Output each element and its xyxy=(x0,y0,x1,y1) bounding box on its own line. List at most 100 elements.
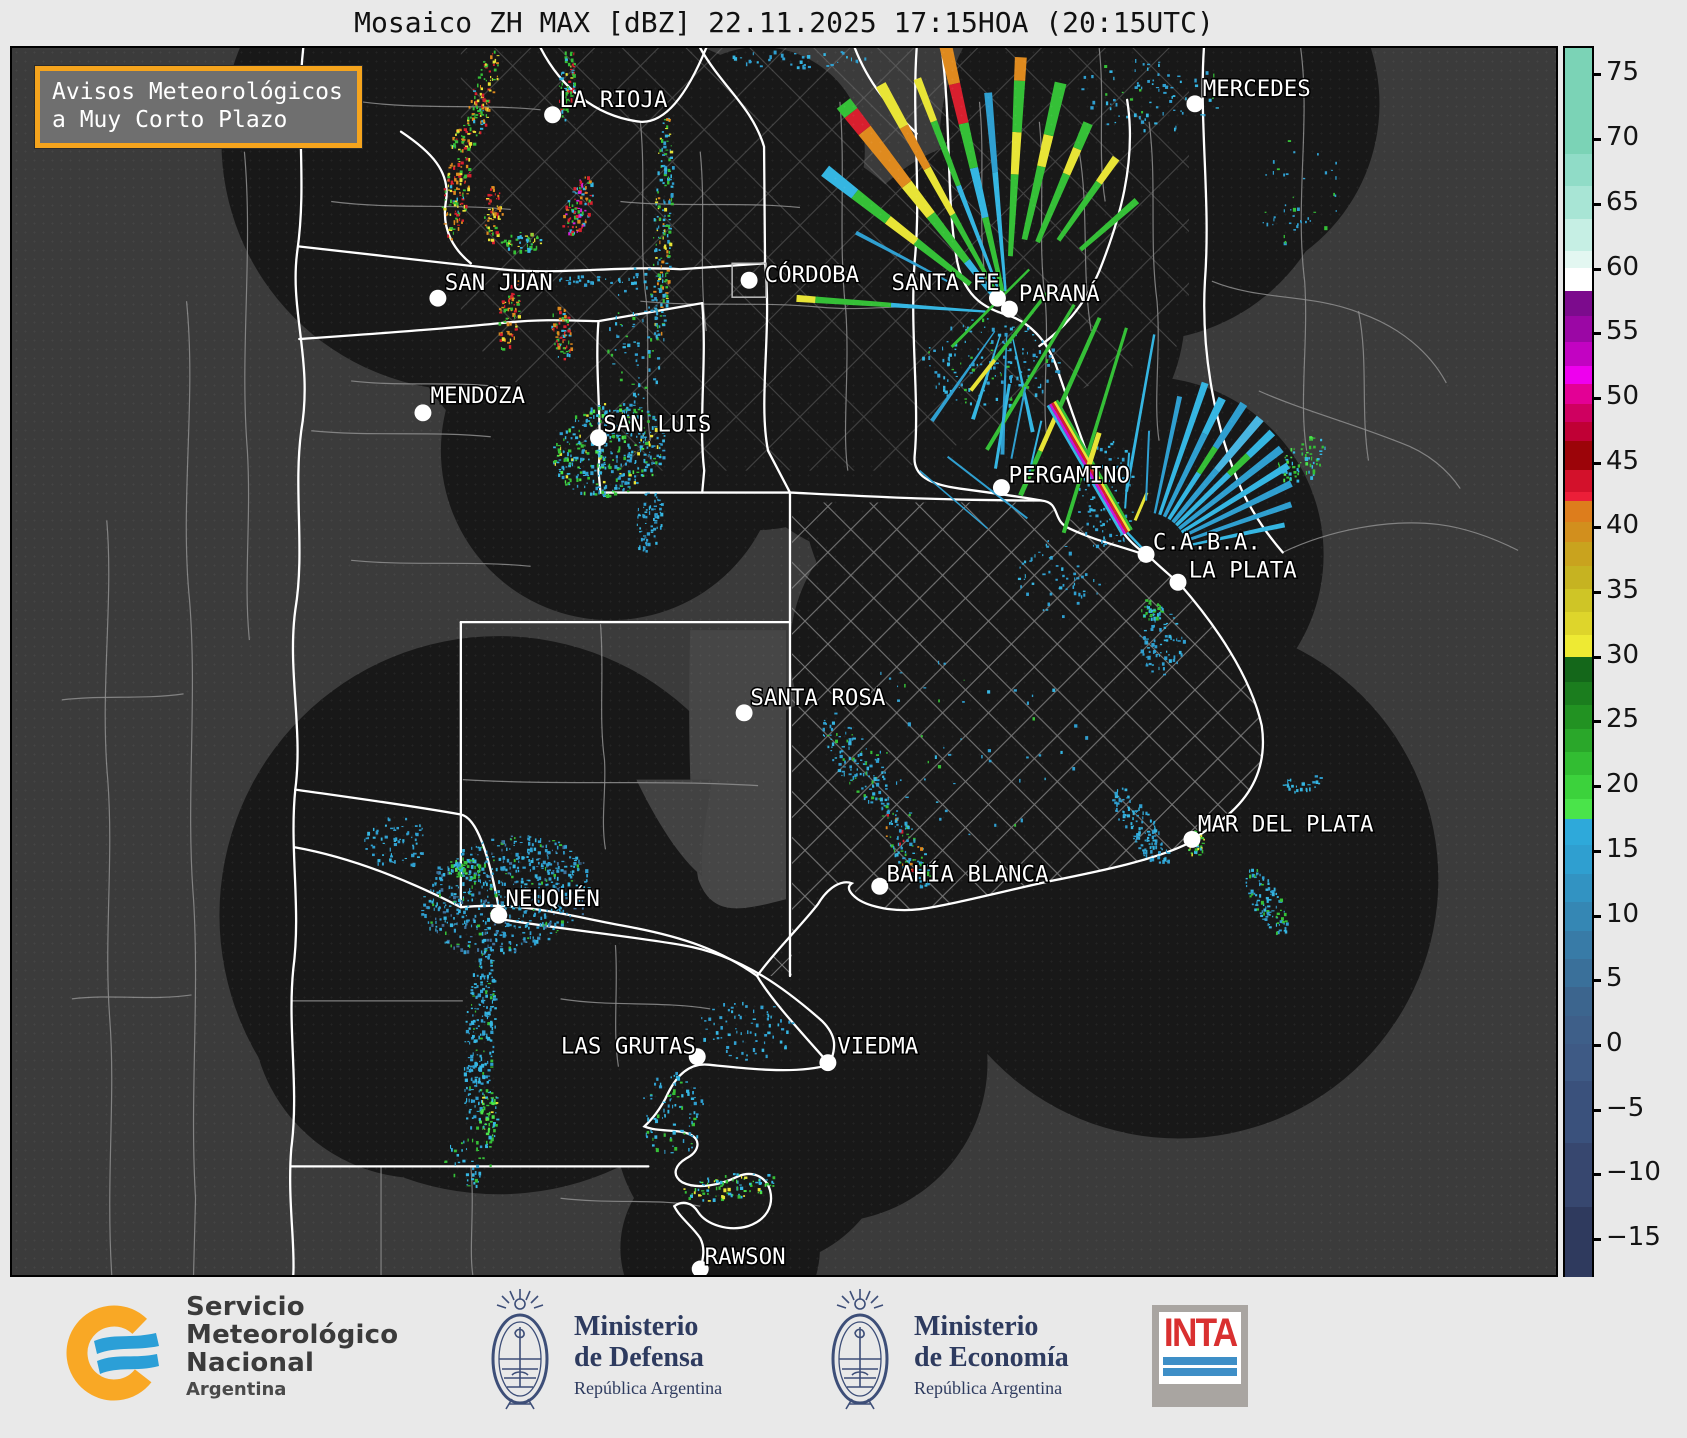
footer-logos: Servicio Meteorológico Nacional Argentin… xyxy=(0,1277,1687,1438)
inta-bar xyxy=(1163,1357,1237,1365)
colorbar-tick-label: 25 xyxy=(1606,704,1640,735)
colorbar-tick xyxy=(1593,267,1601,271)
svg-text:PARANÁ: PARANÁ xyxy=(1019,279,1101,307)
colorbar-tick xyxy=(1593,526,1601,530)
smn-logo-icon xyxy=(66,1305,162,1401)
colorbar-segment xyxy=(1565,902,1592,932)
radar-map: LA RIOJA MERCEDES SAN JUAN CÓRDOBA SANTA FE P… xyxy=(10,46,1558,1277)
colorbar-segment xyxy=(1565,958,1592,989)
colorbar-tick-label: 40 xyxy=(1606,510,1640,541)
colorbar-segment xyxy=(1565,775,1592,800)
inta-logo: INTA xyxy=(1152,1305,1248,1407)
colorbar-tick-label: −15 xyxy=(1606,1222,1661,1253)
colorbar-segment xyxy=(1565,657,1592,683)
colorbar-segment xyxy=(1565,1015,1592,1045)
ministry-sub: República Argentina xyxy=(914,1378,1063,1398)
defensa-wordmark: Ministerio de Defensa República Argentin… xyxy=(574,1311,722,1400)
svg-text:BAHÍA BLANCA: BAHÍA BLANCA xyxy=(886,859,1049,887)
colorbar-tick-label: 70 xyxy=(1606,122,1640,153)
colorbar-segment xyxy=(1565,798,1592,820)
ministry-sub: República Argentina xyxy=(574,1378,723,1398)
colorbar-tick xyxy=(1593,785,1601,789)
colorbar-tick-label: 10 xyxy=(1606,898,1640,929)
colorbar-tick-label: 75 xyxy=(1606,57,1640,88)
ministry-line: Ministerio xyxy=(914,1311,1039,1342)
svg-text:CÓRDOBA: CÓRDOBA xyxy=(765,260,860,288)
colorbar-tick xyxy=(1593,914,1601,918)
smn-line: Nacional xyxy=(186,1348,315,1378)
colorbar-segment xyxy=(1565,930,1592,960)
colorbar-tick xyxy=(1593,1173,1601,1177)
colorbar-tick-label: 65 xyxy=(1606,186,1640,217)
svg-text:LA RIOJA: LA RIOJA xyxy=(559,87,668,113)
colorbar-tick xyxy=(1593,396,1601,400)
colorbar-segment xyxy=(1565,1207,1592,1280)
colorbar-segment xyxy=(1565,315,1592,343)
colorbar-tick-label: −5 xyxy=(1606,1092,1645,1123)
colorbar-segment xyxy=(1565,291,1592,317)
colorbar-segment xyxy=(1565,845,1592,875)
radar-mosaic-page: { "title": "Mosaico ZH MAX [dBZ] 22.11.2… xyxy=(0,0,1687,1438)
svg-text:LA PLATA: LA PLATA xyxy=(1189,557,1298,583)
colorbar-tick-label: 0 xyxy=(1606,1027,1623,1058)
colorbar-segment xyxy=(1565,1044,1592,1082)
colorbar-segment xyxy=(1565,751,1592,776)
colorbar-tick-label: 5 xyxy=(1606,963,1623,994)
colorbar-segment xyxy=(1565,682,1592,706)
inta-bar xyxy=(1163,1368,1237,1376)
economia-crest-icon xyxy=(831,1289,889,1410)
colorbar-tick xyxy=(1593,1238,1601,1242)
smn-wordmark: Servicio Meteorológico Nacional Argentin… xyxy=(186,1293,398,1401)
colorbar-segment xyxy=(1565,565,1592,590)
colorbar-tick-label: 30 xyxy=(1606,639,1640,670)
smn-line: Servicio xyxy=(186,1292,305,1322)
colorbar-tick xyxy=(1593,720,1601,724)
colorbar-tick xyxy=(1593,138,1601,142)
colorbar-segment xyxy=(1565,873,1592,903)
colorbar-tick-label: 35 xyxy=(1606,575,1640,606)
svg-text:VIEDMA: VIEDMA xyxy=(837,1034,919,1060)
colorbar-segment xyxy=(1565,987,1592,1017)
warning-line-1: Avisos Meteorológicos xyxy=(52,79,343,105)
colorbar-segment xyxy=(1565,500,1592,523)
svg-text:RAWSON: RAWSON xyxy=(705,1244,786,1270)
colorbar-segment xyxy=(1565,186,1592,220)
economia-wordmark: Ministerio de Economía República Argenti… xyxy=(914,1311,1069,1400)
colorbar-tick-label: 55 xyxy=(1606,316,1640,347)
colorbar-segment xyxy=(1565,251,1592,269)
colorbar-tick xyxy=(1593,332,1601,336)
colorbar-tick-label: 45 xyxy=(1606,445,1640,476)
colorbar-tick xyxy=(1593,979,1601,983)
ministry-line: de Economía xyxy=(914,1342,1069,1373)
colorbar-tick-label: 50 xyxy=(1606,380,1640,411)
colorbar-tick-label: 20 xyxy=(1606,769,1640,800)
ministry-line: Ministerio xyxy=(574,1311,699,1342)
colorbar-segment xyxy=(1565,384,1592,405)
colorbar-segment xyxy=(1565,705,1592,730)
colorbar-segment xyxy=(1565,441,1592,471)
svg-text:MAR DEL PLATA: MAR DEL PLATA xyxy=(1198,811,1374,837)
colorbar-tick xyxy=(1593,849,1601,853)
colorbar-segment xyxy=(1565,1142,1592,1209)
svg-text:C.A.B.A.: C.A.B.A. xyxy=(1153,529,1261,555)
colorbar-segment xyxy=(1565,341,1592,367)
warning-overlay-box: Avisos Meteorológicos a Muy Corto Plazo xyxy=(34,65,363,149)
inta-wordmark: INTA xyxy=(1163,1311,1238,1355)
svg-text:PERGAMINO: PERGAMINO xyxy=(1008,463,1130,489)
colorbar-segment xyxy=(1565,403,1592,423)
colorbar-segment xyxy=(1565,521,1592,543)
colorbar-segment xyxy=(1565,48,1592,155)
warning-line-2: a Muy Corto Plazo xyxy=(52,107,288,133)
colorbar-segment xyxy=(1565,728,1592,753)
svg-text:SAN LUIS: SAN LUIS xyxy=(603,412,711,438)
inta-logo-inner: INTA xyxy=(1159,1312,1241,1384)
colorbar-tick xyxy=(1593,1108,1601,1112)
svg-text:MERCEDES: MERCEDES xyxy=(1203,76,1311,102)
smn-country: Argentina xyxy=(186,1379,287,1400)
colorbar-tick xyxy=(1593,202,1601,206)
svg-text:LAS GRUTAS: LAS GRUTAS xyxy=(561,1034,696,1060)
smn-line: Meteorológico xyxy=(186,1320,399,1350)
colorbar-segment xyxy=(1565,154,1592,188)
colorbar-segment xyxy=(1565,612,1592,637)
colorbar-segment xyxy=(1565,819,1592,846)
